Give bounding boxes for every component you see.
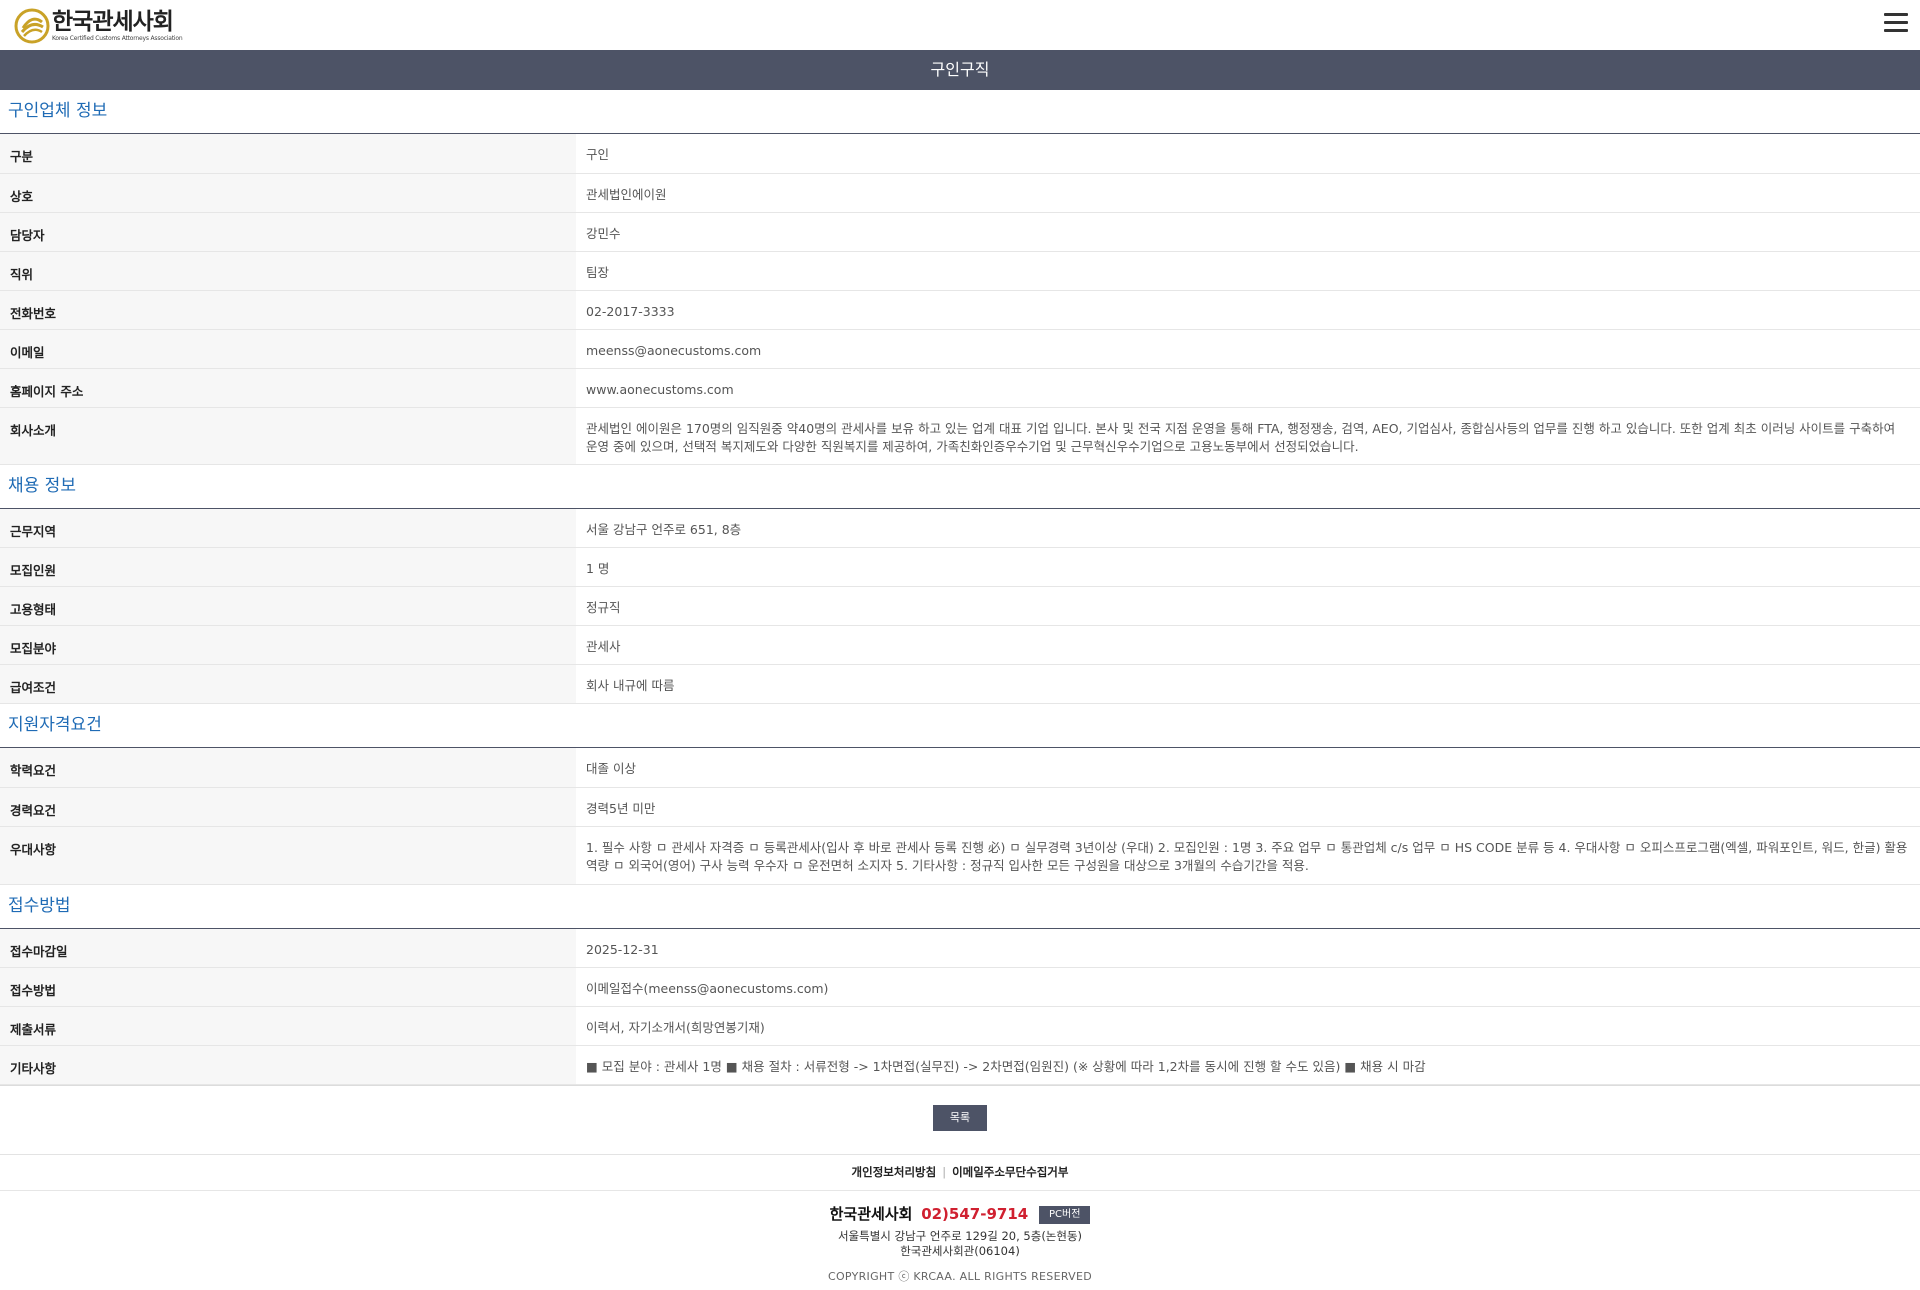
row-value: 대졸 이상	[576, 748, 1920, 788]
row-value: 2025-12-31	[576, 928, 1920, 968]
table-row: 근무지역 서울 강남구 언주로 651, 8층	[0, 508, 1920, 548]
row-label: 회사소개	[0, 407, 576, 465]
qualification-info-table: 학력요건 대졸 이상 경력요건 경력5년 미만 우대사항 1. 필수 사항 ㅁ 관세사…	[0, 748, 1920, 885]
link-separator: |	[942, 1165, 947, 1179]
privacy-policy-link[interactable]: 개인정보처리방침	[852, 1165, 937, 1179]
row-label: 기타사항	[0, 1045, 576, 1085]
row-value: 구인	[576, 134, 1920, 174]
row-label: 근무지역	[0, 508, 576, 548]
row-label: 제출서류	[0, 1006, 576, 1046]
table-row: 기타사항 ■ 모집 분야 : 관세사 1명 ■ 채용 절차 : 서류전형 -> 1…	[0, 1045, 1920, 1085]
row-value: 이메일접수(meenss@aonecustoms.com)	[576, 967, 1920, 1007]
table-row: 직위 팀장	[0, 251, 1920, 291]
footer-links: 개인정보처리방침 | 이메일주소무단수집거부	[0, 1155, 1920, 1191]
hamburger-menu-icon[interactable]	[1884, 13, 1908, 33]
row-label: 이메일	[0, 329, 576, 369]
table-row: 접수마감일 2025-12-31	[0, 928, 1920, 968]
table-row: 회사소개 관세법인 에이원은 170명의 임직원중 약40명의 관세사를 보유 하…	[0, 407, 1920, 465]
row-value: 회사 내규에 따름	[576, 664, 1920, 704]
logo-name: 한국관세사회	[52, 8, 174, 35]
row-value: 관세사	[576, 625, 1920, 665]
row-value: 서울 강남구 언주로 651, 8층	[576, 508, 1920, 548]
row-label: 구분	[0, 134, 576, 174]
table-row: 급여조건 회사 내규에 따름	[0, 664, 1920, 704]
table-row: 고용형태 정규직	[0, 586, 1920, 626]
table-row: 학력요건 대졸 이상	[0, 748, 1920, 788]
row-value: 이력서, 자기소개서(희망연봉기재)	[576, 1006, 1920, 1046]
row-value: 강민수	[576, 212, 1920, 252]
recruit-info-table: 근무지역 서울 강남구 언주로 651, 8층 모집인원 1 명 고용형태 정규직 모…	[0, 508, 1920, 704]
content-sections: 구인업체 정보 구분 구인 상호 관세법인에이원 담당자 강민수 직위 팀장 전화번호 0…	[0, 90, 1920, 1085]
pc-version-button[interactable]: PC버전	[1038, 1205, 1091, 1224]
table-row: 모집인원 1 명	[0, 547, 1920, 587]
row-label: 우대사항	[0, 826, 576, 885]
row-label: 모집인원	[0, 547, 576, 587]
table-row: 구분 구인	[0, 134, 1920, 174]
footer-phone: 02)547-9714	[921, 1205, 1029, 1223]
company-info-table: 구분 구인 상호 관세법인에이원 담당자 강민수 직위 팀장 전화번호 02-2017-3…	[0, 134, 1920, 465]
row-value: ■ 모집 분야 : 관세사 1명 ■ 채용 절차 : 서류전형 -> 1차면접(…	[576, 1045, 1920, 1085]
site-header: 한국관세사회 Korea Certified Customs Attorneys…	[0, 0, 1920, 50]
row-label: 직위	[0, 251, 576, 291]
row-label: 급여조건	[0, 664, 576, 704]
row-value: www.aonecustoms.com	[576, 368, 1920, 408]
row-label: 경력요건	[0, 787, 576, 827]
table-row: 담당자 강민수	[0, 212, 1920, 252]
logo-subtitle: Korea Certified Customs Attorneys Associ…	[52, 34, 183, 42]
row-value: 관세법인에이원	[576, 173, 1920, 213]
row-value: 팀장	[576, 251, 1920, 291]
section-title-qualification: 지원자격요건	[0, 704, 1920, 748]
list-button-area: 목록	[0, 1085, 1920, 1155]
site-footer: 한국관세사회 02)547-9714 PC버전 서울특별시 강남구 언주로 12…	[0, 1191, 1920, 1284]
logo-emblem-icon	[14, 8, 50, 44]
row-label: 전화번호	[0, 290, 576, 330]
section-title-recruit: 채용 정보	[0, 465, 1920, 509]
footer-building: 한국관세사회관(06104)	[900, 1244, 1020, 1258]
table-row: 상호 관세법인에이원	[0, 173, 1920, 213]
row-value: meenss@aonecustoms.com	[576, 329, 1920, 369]
section-title-apply: 접수방법	[0, 885, 1920, 929]
table-row: 경력요건 경력5년 미만	[0, 787, 1920, 827]
apply-info-table: 접수마감일 2025-12-31 접수방법 이메일접수(meenss@aonecus…	[0, 928, 1920, 1085]
email-refusal-link[interactable]: 이메일주소무단수집거부	[952, 1165, 1068, 1179]
list-button[interactable]: 목록	[932, 1105, 988, 1131]
table-row: 홈페이지 주소 www.aonecustoms.com	[0, 368, 1920, 408]
footer-copyright: COPYRIGHT ⓒ KRCAA. ALL RIGHTS RESERVED	[827, 1270, 1093, 1283]
row-value: 정규직	[576, 586, 1920, 626]
row-label: 상호	[0, 173, 576, 213]
row-label: 담당자	[0, 212, 576, 252]
row-label: 학력요건	[0, 748, 576, 788]
row-value: 경력5년 미만	[576, 787, 1920, 827]
page-title: 구인구직	[0, 50, 1920, 90]
row-label: 모집분야	[0, 625, 576, 665]
table-row: 이메일 meenss@aonecustoms.com	[0, 329, 1920, 369]
section-title-company: 구인업체 정보	[0, 90, 1920, 134]
row-value: 1. 필수 사항 ㅁ 관세사 자격증 ㅁ 등록관세사(입사 후 바로 관세사 등…	[576, 826, 1920, 885]
row-label: 홈페이지 주소	[0, 368, 576, 408]
footer-address: 서울특별시 강남구 언주로 129길 20, 5층(논현동)	[837, 1229, 1083, 1243]
row-label: 고용형태	[0, 586, 576, 626]
row-value: 관세법인 에이원은 170명의 임직원중 약40명의 관세사를 보유 하고 있는…	[576, 407, 1920, 465]
table-row: 모집분야 관세사	[0, 625, 1920, 665]
table-row: 접수방법 이메일접수(meenss@aonecustoms.com)	[0, 967, 1920, 1007]
table-row: 우대사항 1. 필수 사항 ㅁ 관세사 자격증 ㅁ 등록관세사(입사 후 바로 관…	[0, 826, 1920, 885]
row-value: 1 명	[576, 547, 1920, 587]
row-label: 접수마감일	[0, 928, 576, 968]
row-value: 02-2017-3333	[576, 290, 1920, 330]
site-logo[interactable]: 한국관세사회 Korea Certified Customs Attorneys…	[14, 8, 183, 44]
table-row: 전화번호 02-2017-3333	[0, 290, 1920, 330]
row-label: 접수방법	[0, 967, 576, 1007]
table-row: 제출서류 이력서, 자기소개서(희망연봉기재)	[0, 1006, 1920, 1046]
footer-org-name: 한국관세사회	[829, 1205, 913, 1223]
